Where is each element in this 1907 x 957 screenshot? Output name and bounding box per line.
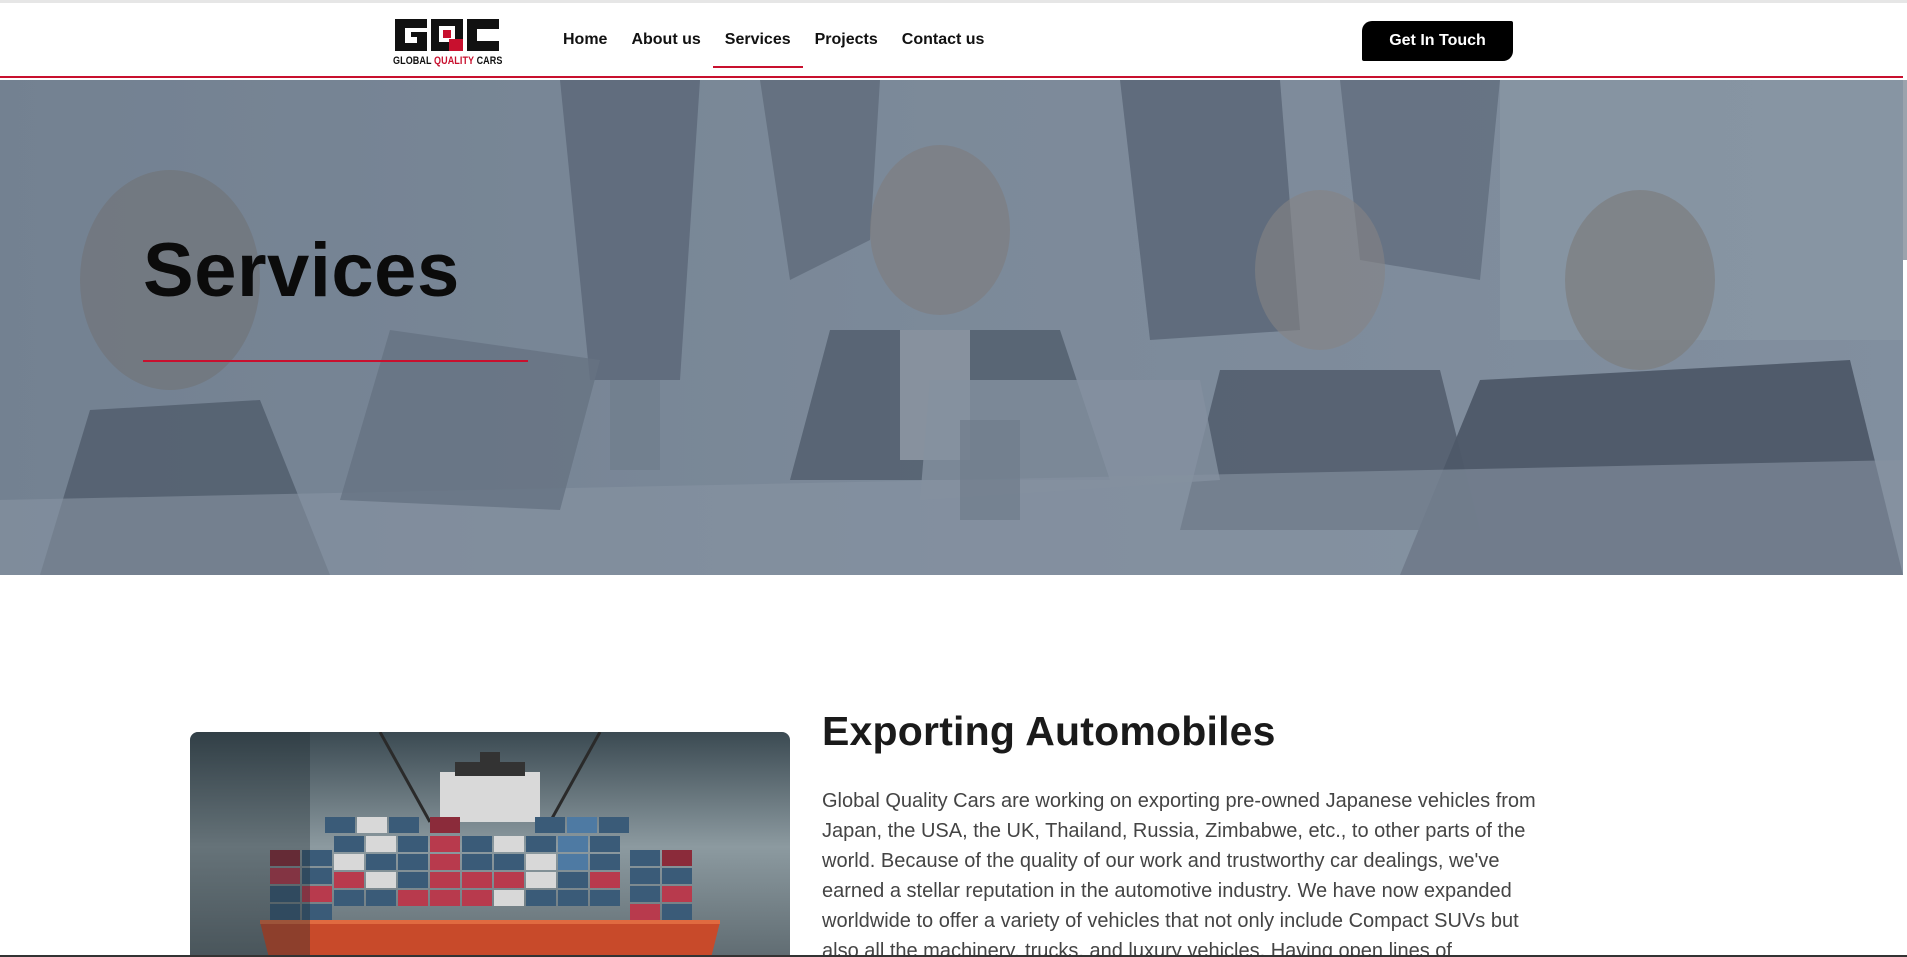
hero-banner: Services xyxy=(0,80,1903,575)
body-line: Japan, the USA, the UK, Thailand, Russia… xyxy=(822,820,1526,842)
site-header: GLOBAL QUALITY CARS Home About us Servic… xyxy=(0,3,1903,78)
nav-projects[interactable]: Projects xyxy=(803,3,890,67)
nav-contact-us[interactable]: Contact us xyxy=(890,3,997,67)
nav-services[interactable]: Services xyxy=(712,3,803,68)
body-line: world. Because of the quality of our wor… xyxy=(822,850,1500,872)
title-underline xyxy=(143,360,528,362)
scrollbar-thumb[interactable] xyxy=(1903,80,1907,260)
body-line: Global Quality Cars are working on expor… xyxy=(822,790,1536,812)
section-body: Global Quality Cars are working on expor… xyxy=(822,786,1567,957)
logo-caption: GLOBAL QUALITY CARS xyxy=(393,55,503,67)
site-logo[interactable]: GLOBAL QUALITY CARS xyxy=(393,17,503,69)
get-in-touch-button[interactable]: Get In Touch xyxy=(1362,21,1513,61)
nav-home[interactable]: Home xyxy=(551,3,619,67)
office-team-photo xyxy=(0,80,1903,575)
nav-about-us[interactable]: About us xyxy=(619,3,712,67)
cargo-ship-image xyxy=(190,732,790,957)
body-line: worldwide to offer a variety of vehicles… xyxy=(822,910,1519,932)
main-nav: Home About us Services Projects Contact … xyxy=(551,3,996,78)
page-title: Services xyxy=(143,228,460,313)
gqc-logo-mark xyxy=(395,19,499,51)
body-line: also all the machinery, trucks, and luxu… xyxy=(822,940,1452,957)
body-line: earned a stellar reputation in the autom… xyxy=(822,880,1512,902)
section-title: Exporting Automobiles xyxy=(822,708,1276,754)
